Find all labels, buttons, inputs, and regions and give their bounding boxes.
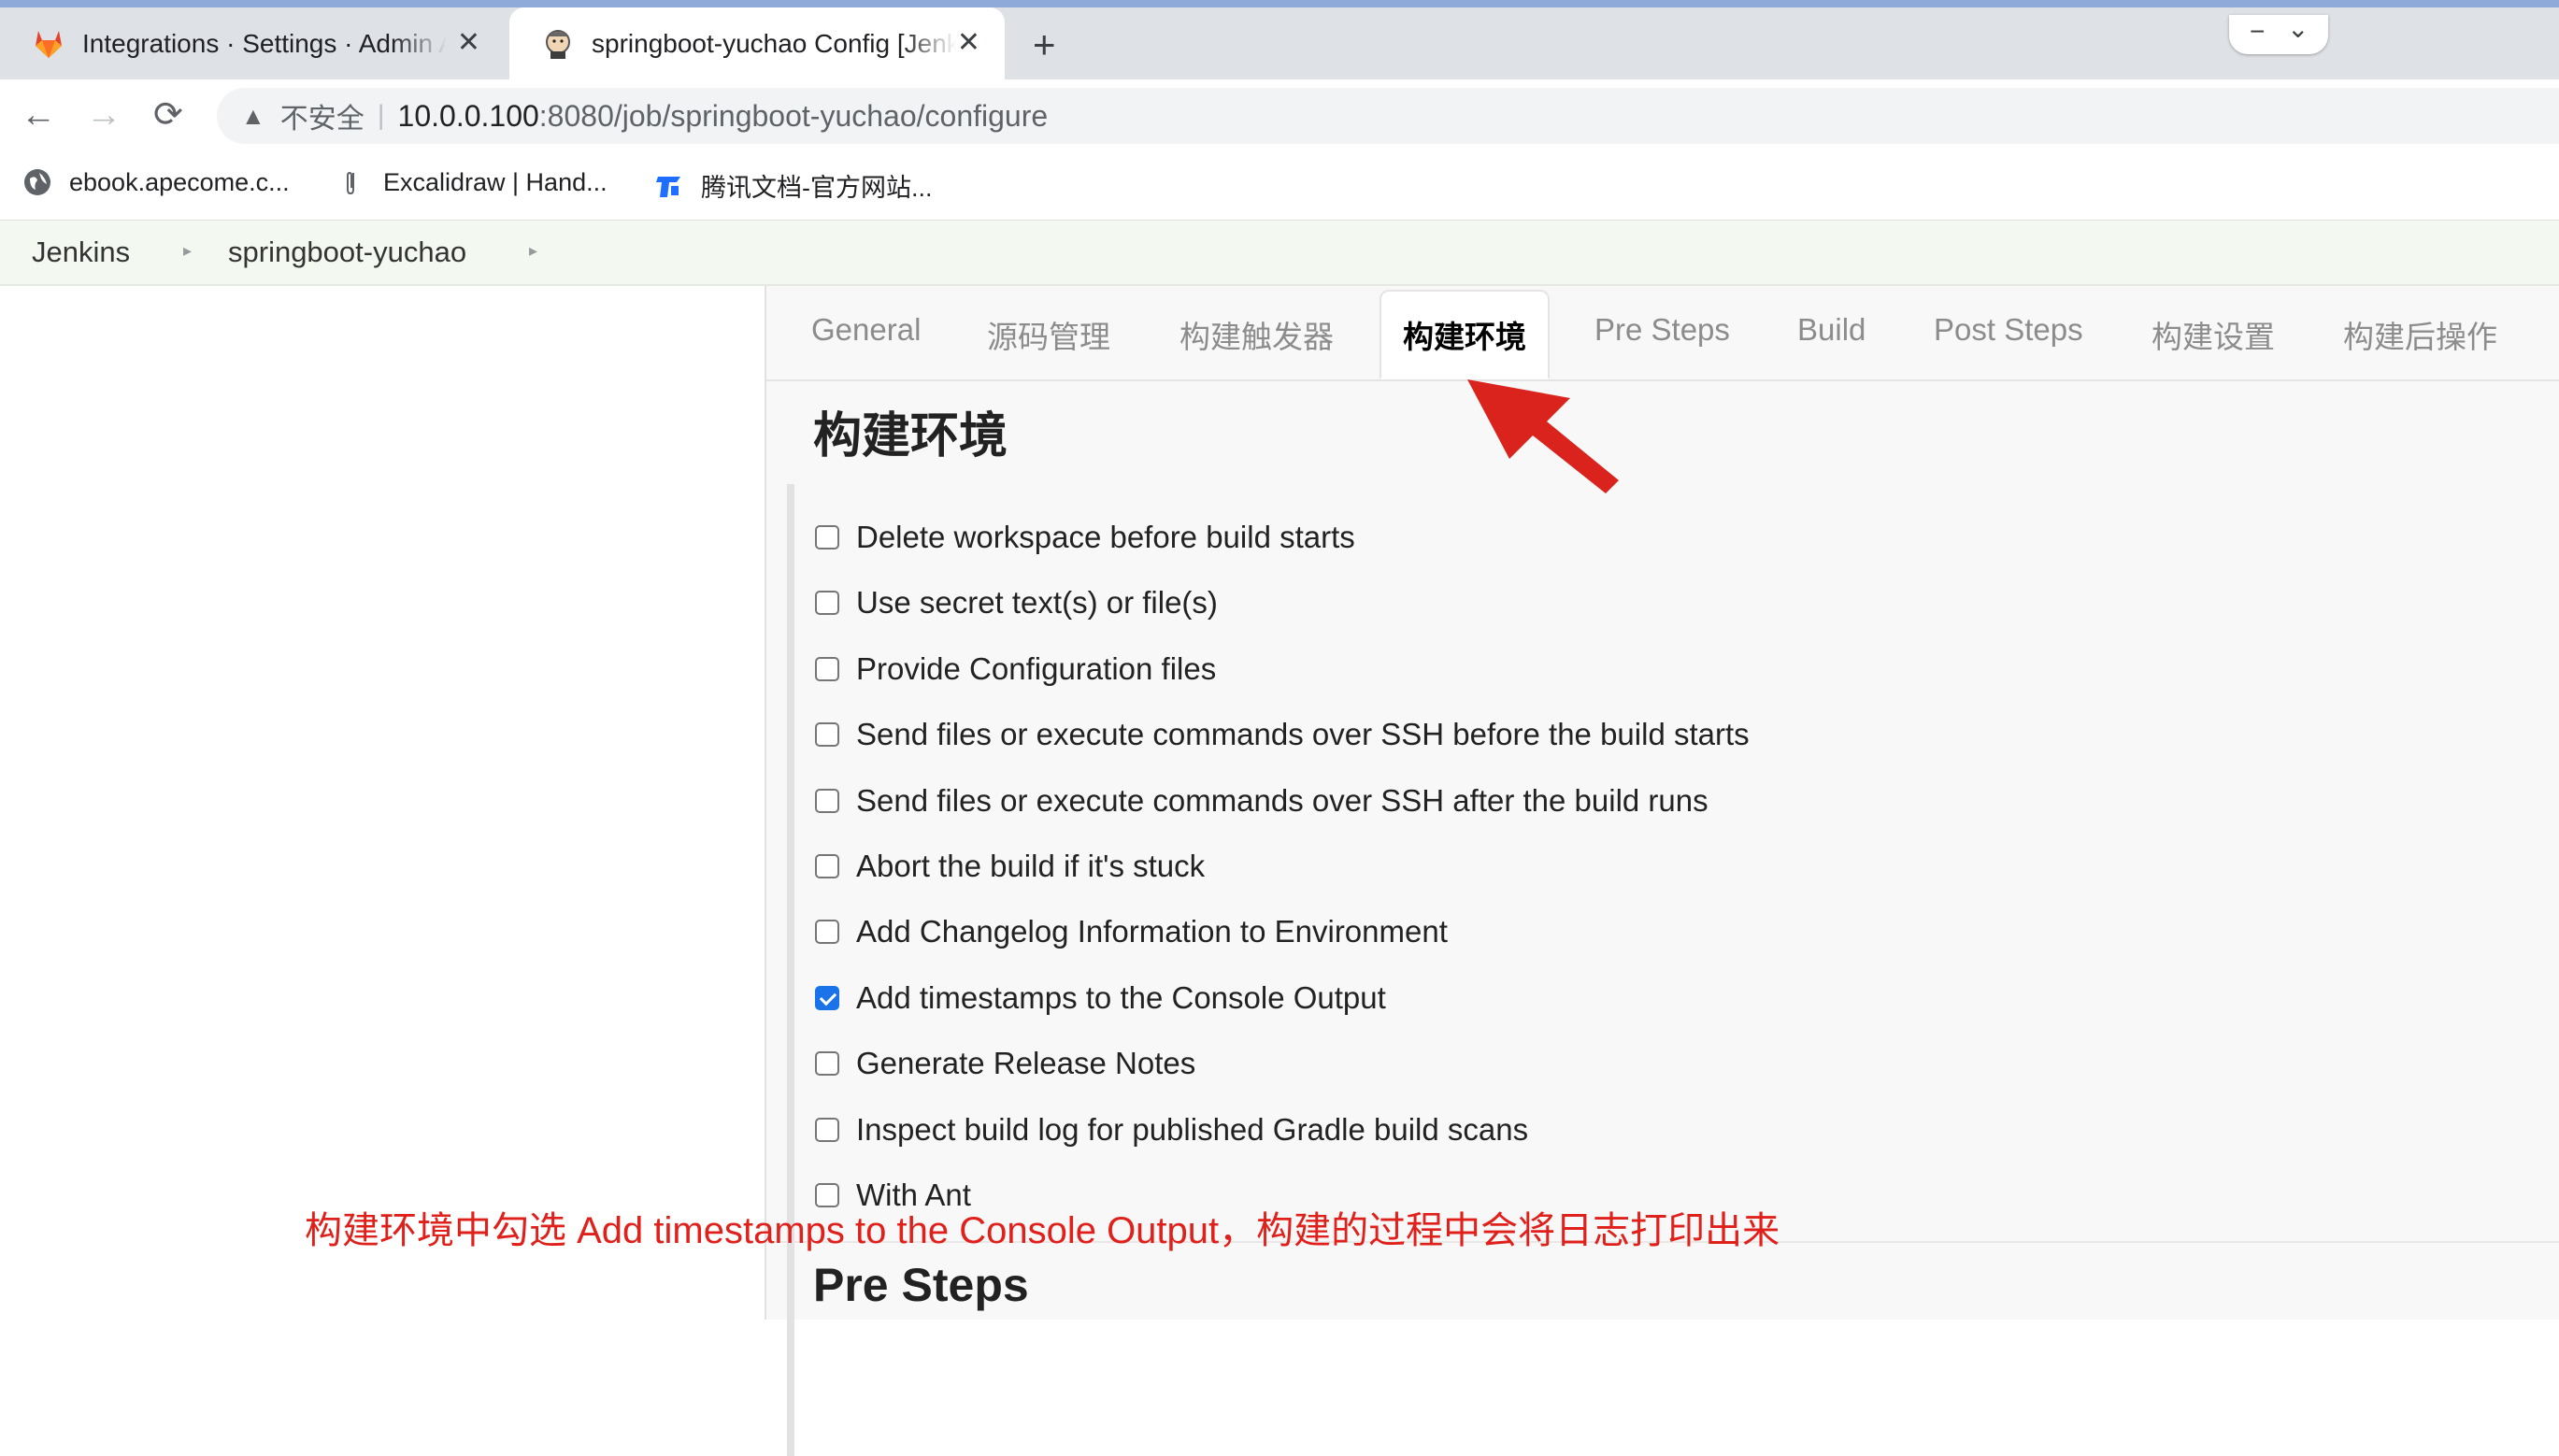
tab-build[interactable]: Build [1797, 312, 1866, 348]
option-row[interactable]: Add Changelog Information to Environment [815, 914, 1448, 949]
option-row[interactable]: Inspect build log for published Gradle b… [815, 1112, 1528, 1148]
section-indent-bar [787, 484, 794, 1456]
option-label[interactable]: Inspect build log for published Gradle b… [856, 1112, 1528, 1148]
tab-source-management[interactable]: 源码管理 [987, 312, 1110, 357]
option-checkbox[interactable] [815, 1118, 839, 1142]
bookmark-excalidraw[interactable]: Excalidraw | Hand... [336, 167, 608, 197]
option-checkbox[interactable] [815, 525, 839, 550]
bookmark-label: ebook.apecome.c... [69, 167, 290, 196]
chevron-down-icon[interactable]: ⌄ [2287, 13, 2309, 44]
option-checkbox[interactable] [815, 591, 839, 615]
window-top-band [0, 0, 2559, 7]
option-checkbox[interactable] [815, 722, 839, 747]
close-tab-icon[interactable]: ✕ [957, 28, 980, 58]
option-label[interactable]: Delete workspace before build starts [856, 520, 1355, 555]
option-row[interactable]: Send files or execute commands over SSH … [815, 783, 1708, 819]
option-row[interactable]: Abort the build if it's stuck [815, 849, 1205, 884]
breadcrumb-job[interactable]: springboot-yuchao [228, 236, 466, 269]
browser-toolbar: ← → ⟳ ▲ 不安全 | 10.0.0.100:8080/job/spring… [0, 79, 2559, 152]
bookmark-ebook[interactable]: ebook.apecome.c... [22, 167, 290, 197]
option-row[interactable]: Provide Configuration files [815, 651, 1216, 687]
annotation-caption: 构建环境中勾选 Add timestamps to the Console Ou… [305, 1210, 1780, 1251]
option-row[interactable]: Delete workspace before build starts [815, 520, 1355, 555]
address-separator: | [377, 100, 385, 131]
paperclip-icon [336, 167, 366, 197]
back-icon[interactable]: ← [21, 94, 56, 136]
tab-general[interactable]: General [811, 312, 921, 348]
option-label[interactable]: Send files or execute commands over SSH … [856, 783, 1708, 819]
option-checkbox[interactable] [815, 986, 839, 1010]
option-label[interactable]: Generate Release Notes [856, 1046, 1195, 1081]
bookmarks-bar: ebook.apecome.c... Excalidraw | Hand... … [0, 152, 2559, 221]
option-row[interactable]: Generate Release Notes [815, 1046, 1195, 1081]
url-host: 10.0.0.100 [397, 98, 539, 133]
warning-icon[interactable]: ▲ [241, 102, 265, 131]
address-bar[interactable]: ▲ 不安全 | 10.0.0.100:8080/job/springboot-y… [217, 88, 2559, 144]
option-checkbox[interactable] [815, 1051, 839, 1076]
close-tab-icon[interactable]: ✕ [457, 28, 480, 58]
window-controls: − ⌄ [2229, 13, 2328, 54]
option-checkbox[interactable] [815, 854, 839, 878]
config-main: General 源码管理 构建触发器 构建环境 Pre Steps Build … [766, 286, 2559, 1456]
minimize-icon[interactable]: − [2250, 17, 2265, 47]
tab-build-settings[interactable]: 构建设置 [2152, 312, 2275, 357]
breadcrumb-caret-icon[interactable]: ▸ [529, 241, 537, 261]
tencent-docs-icon [654, 171, 684, 201]
option-label[interactable]: Add timestamps to the Console Output [856, 980, 1386, 1016]
option-checkbox[interactable] [815, 657, 839, 681]
forward-icon[interactable]: → [86, 94, 122, 136]
bookmark-label: Excalidraw | Hand... [383, 167, 608, 196]
option-label[interactable]: Add Changelog Information to Environment [856, 914, 1448, 949]
tab-build-environment[interactable]: 构建环境 [1380, 290, 1550, 379]
browser-tab-strip: Integrations · Settings · Admin Area · G… [0, 7, 2559, 79]
option-row[interactable]: Use secret text(s) or file(s) [815, 585, 1218, 621]
tab-pre-steps[interactable]: Pre Steps [1594, 312, 1730, 348]
reload-icon[interactable]: ⟳ [153, 94, 183, 136]
breadcrumb-caret-icon[interactable]: ▸ [183, 241, 192, 261]
option-label[interactable]: Use secret text(s) or file(s) [856, 585, 1218, 621]
new-tab-button[interactable]: + [1033, 25, 1056, 64]
jenkins-icon [546, 29, 570, 59]
browser-tab-title: Integrations · Settings · Admin Area · G… [82, 28, 447, 58]
option-row[interactable]: Add timestamps to the Console Output [815, 980, 1386, 1016]
option-checkbox[interactable] [815, 789, 839, 813]
security-label[interactable]: 不安全 [280, 95, 365, 136]
url-path: :8080/job/springboot-yuchao/configure [538, 98, 1049, 133]
section-title: 构建环境 [813, 409, 1008, 464]
red-arrow-icon [1467, 379, 1619, 493]
breadcrumb-jenkins[interactable]: Jenkins [32, 236, 130, 269]
globe-icon [22, 167, 52, 197]
option-label[interactable]: Send files or execute commands over SSH … [856, 717, 1750, 752]
browser-tab-gitlab[interactable]: Integrations · Settings · Admin Area · G… [0, 7, 505, 79]
pre-steps-title: Pre Steps [813, 1259, 1029, 1311]
option-checkbox[interactable] [815, 920, 839, 944]
option-label[interactable]: Provide Configuration files [856, 651, 1216, 687]
bookmark-tencent-docs[interactable]: 腾讯文档-官方网站... [654, 167, 933, 204]
option-label[interactable]: Abort the build if it's stuck [856, 849, 1205, 884]
side-panel [0, 286, 766, 1320]
breadcrumb: Jenkins ▸ springboot-yuchao ▸ [0, 221, 2559, 286]
browser-tab-title: springboot-yuchao Config [Jenkins] [592, 28, 956, 58]
option-row[interactable]: Send files or execute commands over SSH … [815, 717, 1750, 752]
tab-build-triggers[interactable]: 构建触发器 [1179, 312, 1334, 357]
tab-post-build-actions[interactable]: 构建后操作 [2343, 312, 2497, 357]
browser-tab-jenkins[interactable]: springboot-yuchao Config [Jenkins] ✕ [509, 7, 1005, 79]
bookmark-label: 腾讯文档-官方网站... [701, 174, 933, 202]
gitlab-icon [36, 30, 62, 58]
config-tab-bar: General 源码管理 构建触发器 构建环境 Pre Steps Build … [766, 286, 2559, 381]
tab-post-steps[interactable]: Post Steps [1934, 312, 2083, 348]
